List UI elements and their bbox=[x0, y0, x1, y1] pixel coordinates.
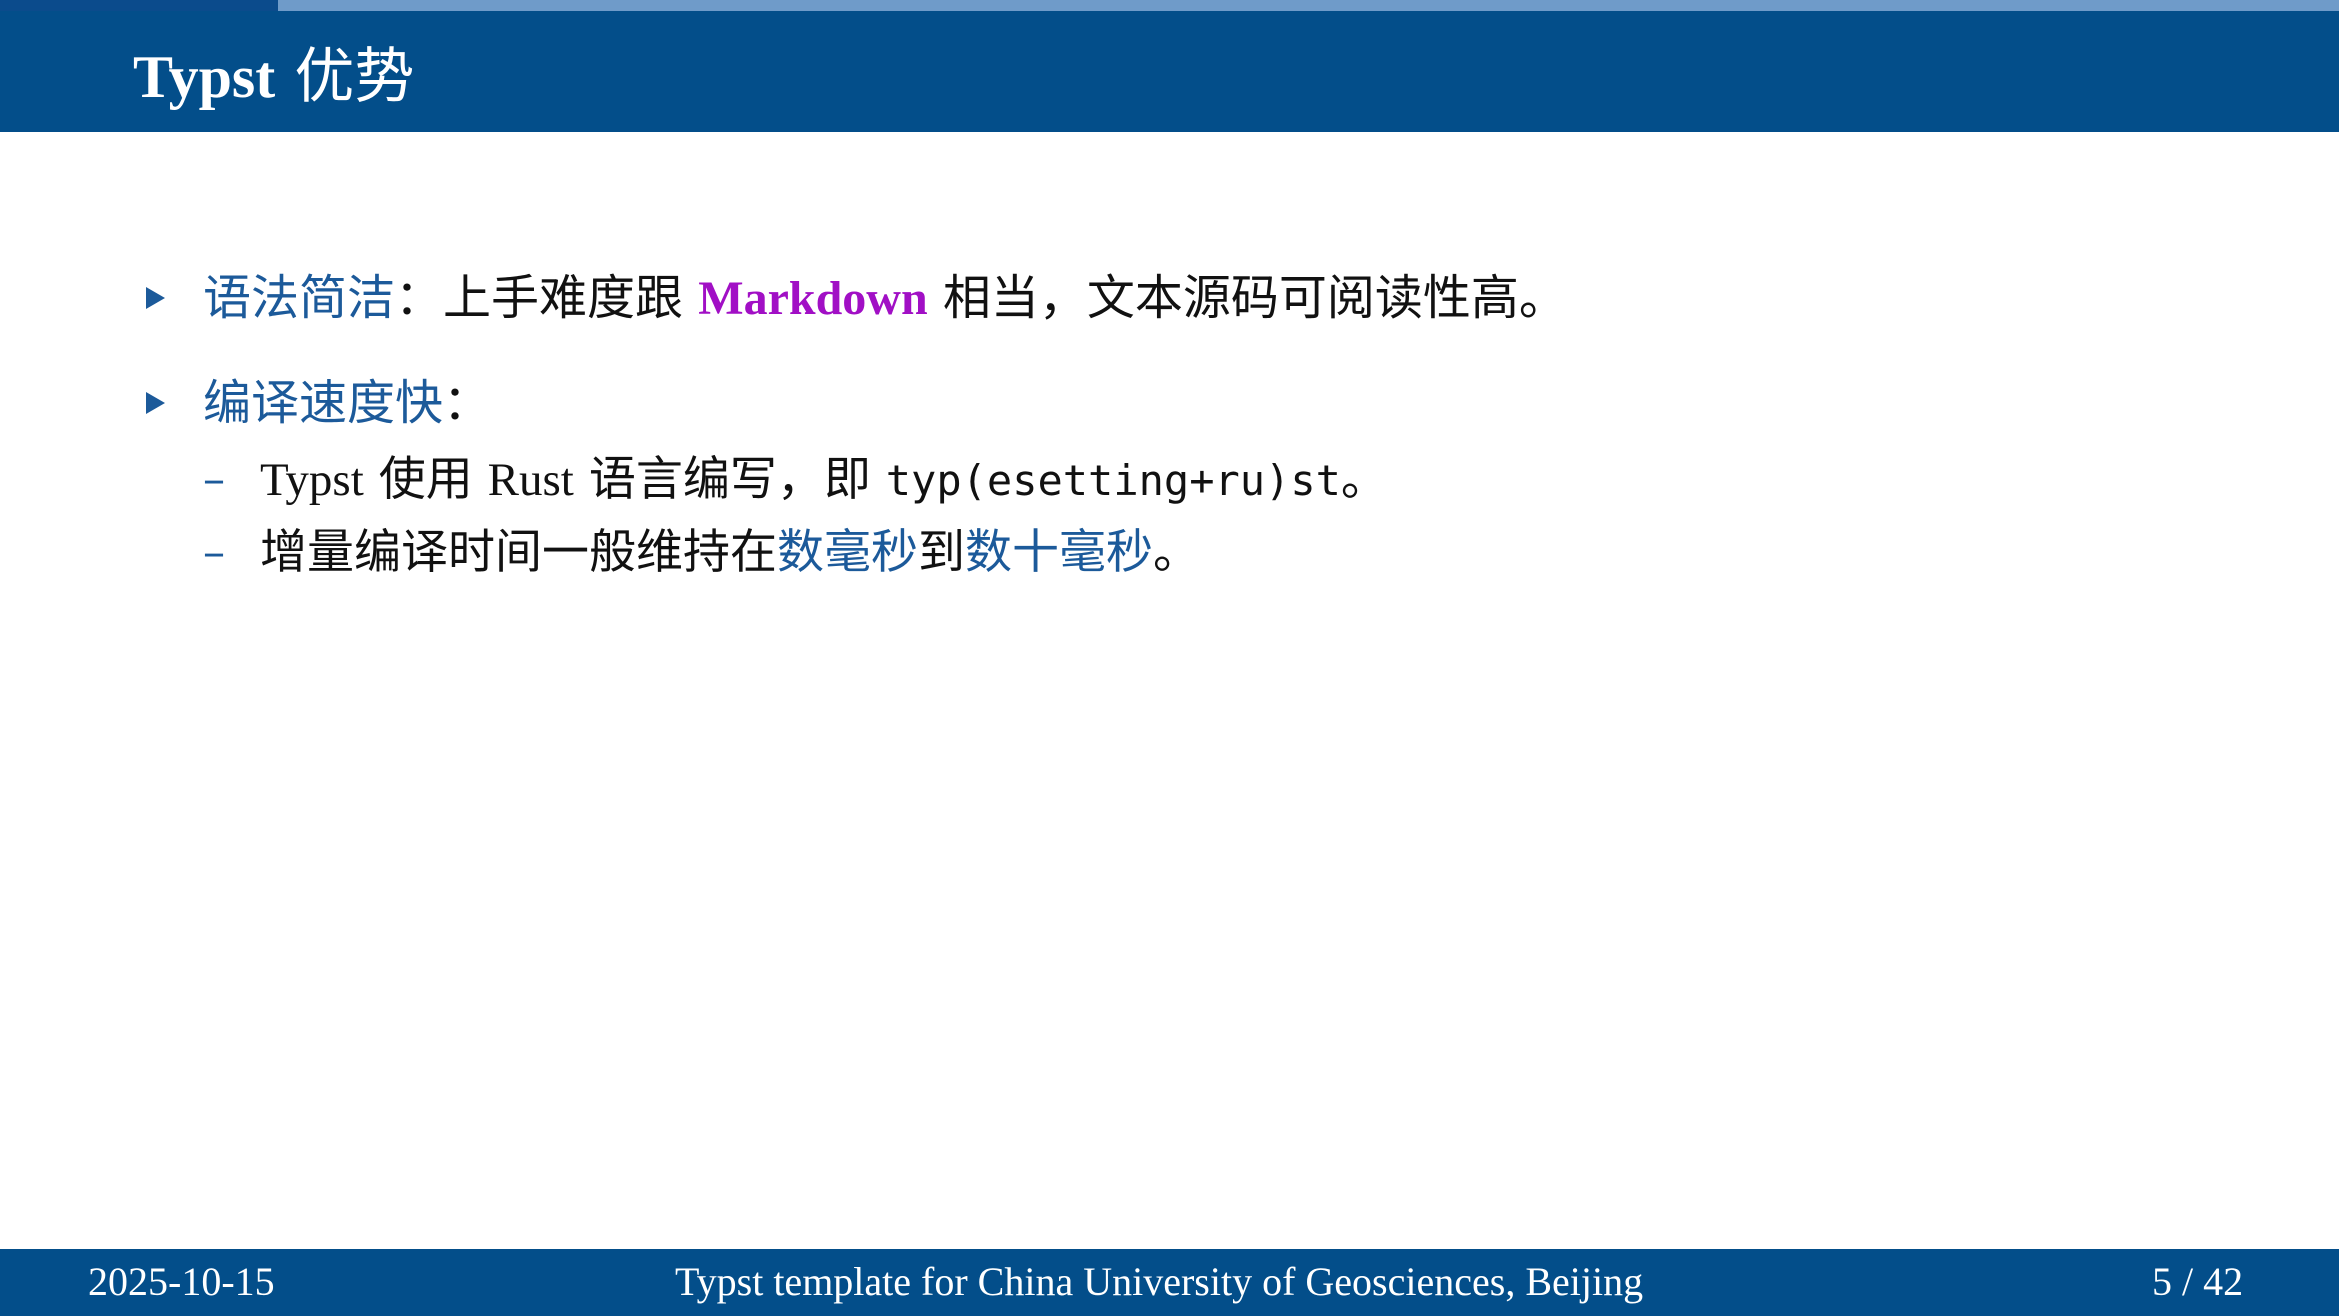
slide-content: 语法简洁：上手难度跟 Markdown 相当，文本源码可阅读性高。 编译速度快：… bbox=[0, 0, 2339, 1316]
footer-date: 2025-10-15 bbox=[88, 1259, 275, 1304]
highlight-tens-ms: 数十毫秒 bbox=[965, 525, 1153, 580]
sub-text-end: 。 bbox=[1340, 452, 1388, 507]
highlight-ms: 数毫秒 bbox=[777, 525, 918, 580]
footer-title: Typst template for China University of G… bbox=[675, 1259, 1644, 1304]
dash-bullet-icon: – bbox=[203, 527, 225, 578]
sub-text-cjk2: 语言编写，即 bbox=[573, 452, 886, 507]
triangle-bullet-icon bbox=[146, 287, 165, 309]
sub-text-mid: 到 bbox=[918, 525, 965, 580]
slide-footer: 2025-10-15 Typst template for China Univ… bbox=[0, 1249, 2339, 1316]
bullet-text-post: 相当，文本源码可阅读性高。 bbox=[927, 270, 1567, 326]
markdown-highlight: Markdown bbox=[698, 272, 928, 325]
sub-text-rust: Rust bbox=[487, 454, 574, 506]
sub-text-pre: 增量编译时间一般维持在 bbox=[260, 525, 777, 580]
sub-item-text: 增量编译时间一般维持在数毫秒到数十毫秒。 bbox=[260, 520, 1200, 586]
footer-page-number: 5 / 42 bbox=[2152, 1259, 2244, 1304]
sub-text-end: 。 bbox=[1153, 525, 1200, 580]
dash-bullet-icon: – bbox=[203, 454, 225, 505]
sub-text-cjk1: 使用 bbox=[363, 452, 488, 507]
bullet-label: 编译速度快 bbox=[203, 375, 444, 431]
triangle-bullet-icon bbox=[146, 392, 165, 414]
inline-code: typ(esetting+ru)st bbox=[885, 456, 1341, 505]
bullet-text: 编译速度快： bbox=[203, 368, 491, 438]
sub-text-typst: Typst bbox=[260, 454, 364, 506]
sub-item-text: Typst 使用 Rust 语言编写，即 typ(esetting+ru)st。 bbox=[260, 447, 1388, 514]
bullet-text-pre: 上手难度跟 bbox=[443, 270, 699, 326]
bullet-label: 语法简洁 bbox=[203, 270, 396, 326]
bullet-separator: ： bbox=[395, 270, 444, 326]
bullet-text: 语法简洁：上手难度跟 Markdown 相当，文本源码可阅读性高。 bbox=[203, 263, 1567, 334]
bullet-separator: ： bbox=[443, 375, 492, 431]
